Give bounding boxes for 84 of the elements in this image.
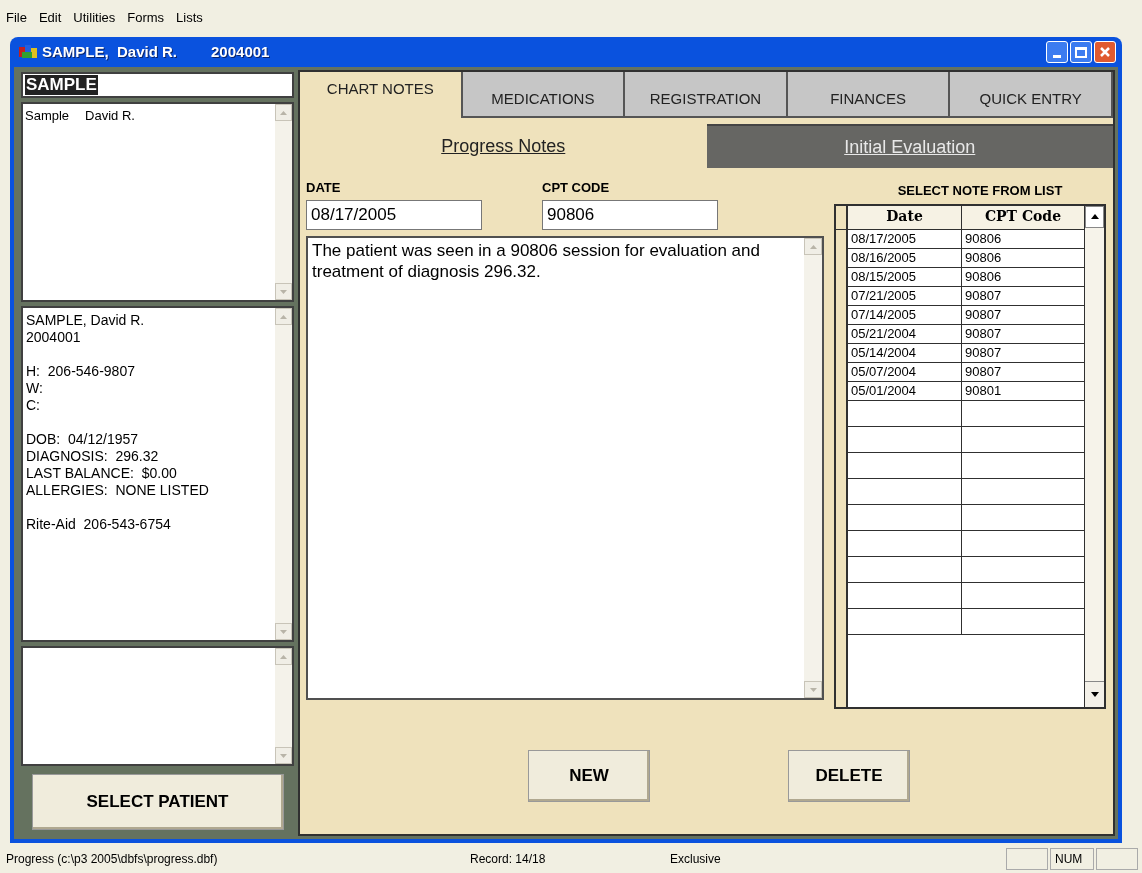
patient-name[interactable]: David R.	[85, 106, 135, 126]
tab[interactable]: REGISTRATION	[625, 72, 788, 118]
table-cell-text: 90807	[964, 324, 1003, 343]
table-cell-text: 90806	[964, 267, 1003, 286]
up-arrow-icon	[1090, 214, 1099, 219]
table-cell-text: 90806	[964, 248, 1003, 267]
cpt-code-value: 90806	[547, 204, 595, 226]
info-line: LAST BALANCE: $0.00	[26, 465, 178, 482]
maximize-button[interactable]	[1070, 41, 1092, 63]
status-panel: NUM	[1050, 848, 1094, 870]
down-arrow-icon	[280, 753, 287, 758]
menu-item[interactable]: Utilities	[73, 8, 116, 28]
app-icon	[18, 44, 38, 60]
up-arrow-icon	[809, 244, 817, 249]
tab[interactable]: MEDICATIONS	[462, 72, 626, 118]
info-line: H: 206-546-9807	[26, 363, 136, 380]
patient-name[interactable]: Sample	[25, 106, 70, 126]
column-header[interactable]: CPT Code	[962, 205, 1084, 229]
table-cell-text: 90807	[964, 305, 1003, 324]
table-cell: 05/14/2004	[848, 343, 962, 362]
select-patient-button[interactable]: SELECT PATIENT	[31, 774, 284, 830]
info-line: SAMPLE, David R.	[26, 312, 146, 329]
tab[interactable]: QUICK ENTRY	[950, 72, 1113, 118]
notes-grid[interactable]: Date CPT Code 08/17/2005 90806 08/16/2005 90806 08/15/2005 90806 07/21/2005 90807 07/14/2005 90807 05/21/2004 90807 05/14/2004 90807 05/07/2004 90807 05/01/2004 90801	[834, 203, 1106, 709]
minimize-button[interactable]	[1046, 41, 1068, 63]
table-cell-text: 90806	[964, 229, 1003, 248]
table-cell: 07/14/2005	[848, 305, 962, 324]
menu-item[interactable]: Forms	[127, 8, 165, 28]
info-line: Rite-Aid 206-543-6754	[26, 516, 172, 533]
subtab[interactable]: Initial Evaluation	[706, 124, 1113, 168]
down-arrow-icon	[280, 289, 287, 294]
list-title: SELECT NOTE FROM LIST	[896, 182, 1064, 200]
down-arrow-icon	[1090, 691, 1099, 697]
info-line: DIAGNOSIS: 296.32	[26, 448, 160, 465]
status-panel	[1006, 848, 1048, 870]
status-text: Record: 14/18	[470, 851, 547, 868]
window-title: SAMPLE, David R.	[42, 41, 178, 62]
table-cell: 05/21/2004	[848, 324, 962, 343]
close-icon	[1099, 46, 1111, 58]
scrollbar[interactable]	[1084, 205, 1104, 707]
search-field[interactable]: SAMPLE	[21, 72, 294, 98]
scroll-up-button[interactable]	[1085, 205, 1104, 228]
close-button[interactable]	[1094, 41, 1116, 63]
column-header[interactable]: Date	[848, 205, 962, 229]
table-cell-text: 90801	[964, 381, 1003, 400]
table-cell: 05/01/2004	[848, 381, 962, 400]
menu-item[interactable]: Lists	[176, 8, 203, 28]
info-line: W:	[26, 380, 44, 397]
info-line: C:	[26, 397, 41, 414]
status-panel	[1096, 848, 1138, 870]
menu-item[interactable]: File	[6, 8, 27, 28]
window-title: 2004001	[211, 41, 270, 62]
table-cell-text: 90807	[964, 286, 1003, 305]
table-cell-text: 90807	[964, 343, 1003, 362]
info-line: 2004001	[26, 329, 82, 346]
tab[interactable]: FINANCES	[787, 72, 951, 118]
table-cell: 05/07/2004	[848, 362, 962, 381]
action-button[interactable]: DELETE	[788, 750, 910, 802]
up-arrow-icon	[280, 654, 287, 659]
date-field[interactable]: 08/17/2005	[306, 199, 482, 230]
table-cell: 08/15/2005	[848, 267, 962, 286]
table-cell: 08/16/2005	[848, 248, 962, 267]
info-line: ALLERGIES: NONE LISTED	[26, 482, 210, 499]
down-arrow-icon	[280, 629, 287, 634]
up-arrow-icon	[280, 110, 287, 115]
notes-box[interactable]	[21, 646, 294, 766]
field-label: CPT CODE	[542, 179, 611, 197]
table-cell: 08/17/2005	[848, 229, 962, 248]
cpt-code-field[interactable]: 90806	[542, 199, 718, 230]
status-text: Progress (c:\p3 2005\dbfs\progress.dbf)	[5, 851, 219, 868]
action-button[interactable]: NEW	[528, 750, 650, 802]
note-text: The patient was seen in a 90806 session for evaluation and treatment of diagnosis 296.32.	[312, 240, 761, 282]
up-arrow-icon	[280, 314, 287, 319]
search-value: SAMPLE	[25, 75, 98, 95]
date-value: 08/17/2005	[311, 204, 397, 226]
field-label: DATE	[306, 179, 342, 197]
table-cell-text: 90807	[964, 362, 1003, 381]
menu-item[interactable]: Edit	[38, 8, 62, 28]
table-cell: 07/21/2005	[848, 286, 962, 305]
down-arrow-icon	[809, 687, 817, 692]
patient-list[interactable]: Sample David R.	[21, 102, 294, 302]
info-line: DOB: 04/12/1957	[26, 431, 140, 448]
status-text: Exclusive	[670, 851, 722, 868]
note-text-area[interactable]: The patient was seen in a 90806 session for evaluation and treatment of diagnosis 296.32.	[306, 236, 824, 700]
